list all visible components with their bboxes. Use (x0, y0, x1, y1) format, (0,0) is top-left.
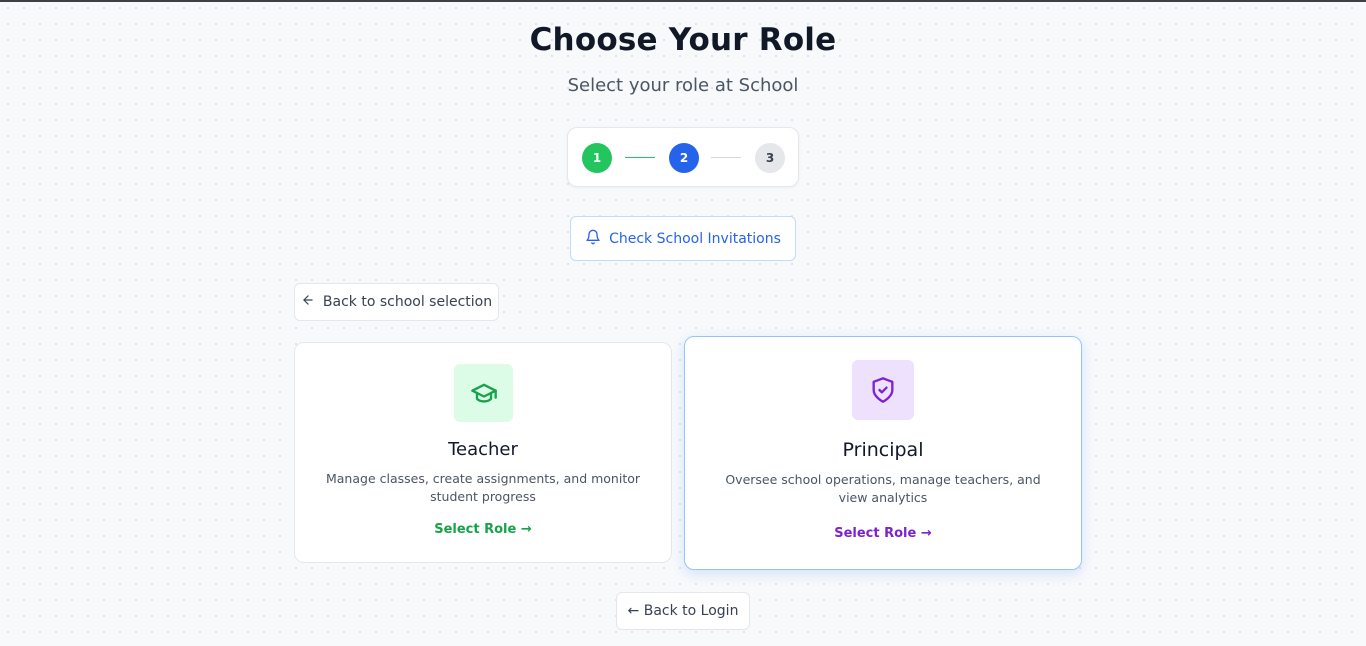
select-role-teacher-link[interactable]: Select Role → (295, 522, 671, 537)
back-to-login-button[interactable]: ← Back to Login (616, 592, 750, 630)
top-border (0, 0, 1366, 2)
back-to-school-selection-label: Back to school selection (322, 294, 493, 310)
graduation-cap-icon (454, 364, 513, 422)
role-title-principal: Principal (842, 439, 924, 461)
step-1-indicator: 1 (582, 143, 612, 173)
bell-icon (585, 229, 601, 249)
role-title-teacher: Teacher (448, 439, 518, 460)
select-role-principal-link[interactable]: Select Role → (685, 526, 1081, 541)
step-2-indicator: 2 (669, 143, 699, 173)
role-card-principal[interactable]: Principal Oversee school operations, man… (684, 336, 1082, 570)
role-description-teacher: Manage classes, create assignments, and … (325, 471, 641, 504)
check-invitations-button[interactable]: Check School Invitations (570, 216, 796, 261)
back-to-school-selection-button[interactable]: Back to school selection (294, 283, 499, 321)
arrow-left-icon (301, 293, 315, 311)
step-connector-1 (625, 157, 655, 158)
page-subtitle: Select your role at School (567, 75, 799, 96)
step-3-indicator: 3 (755, 143, 785, 173)
check-invitations-label: Check School Invitations (609, 230, 781, 247)
shield-check-icon (852, 360, 914, 420)
role-card-teacher[interactable]: Teacher Manage classes, create assignmen… (294, 342, 672, 563)
role-description-principal: Oversee school operations, manage teache… (725, 472, 1041, 505)
page-title: Choose Your Role (529, 22, 837, 58)
step-connector-2 (711, 157, 741, 158)
progress-stepper: 1 2 3 (567, 127, 799, 187)
